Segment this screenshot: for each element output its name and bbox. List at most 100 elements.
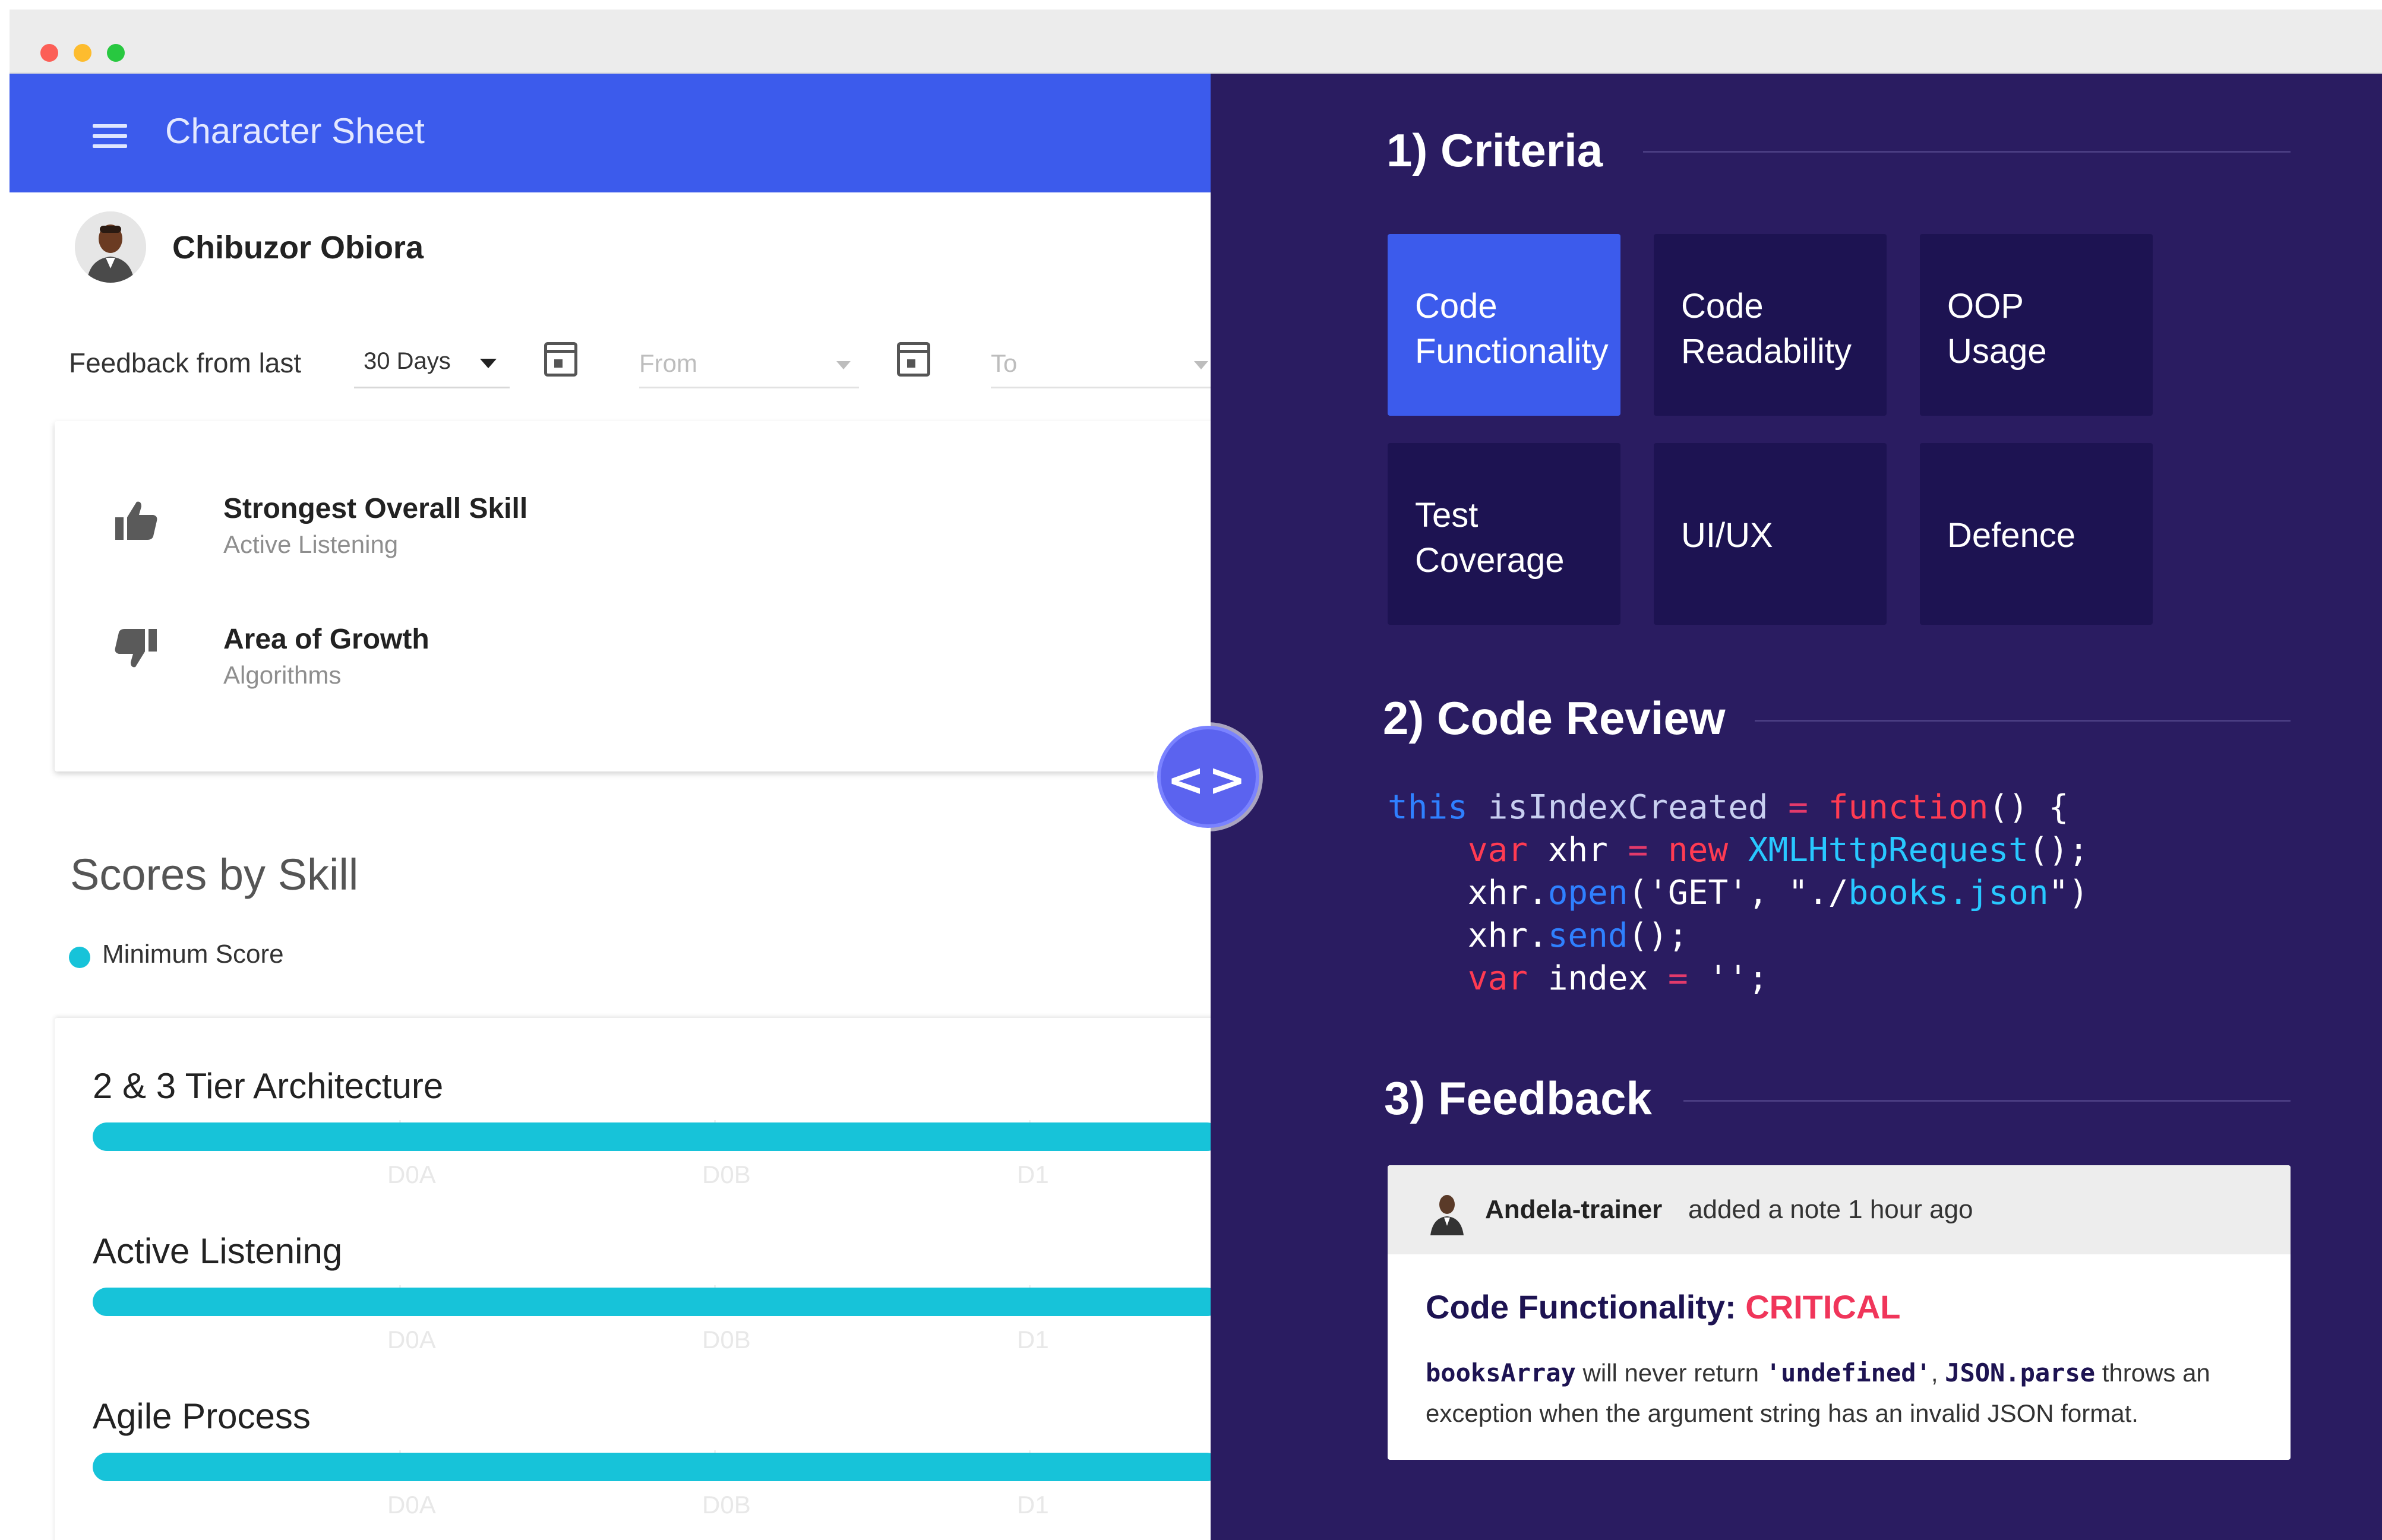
scores-card: 2 & 3 Tier Architecture D0A D0B D1 Activ… [55,1018,1211,1540]
feedback-heading: Code Functionality: CRITICAL [1426,1288,1901,1326]
criteria-tile-code-readability[interactable]: Code Readability [1654,234,1887,416]
skill-summary-card: Strongest Overall Skill Active Listening… [55,421,1211,771]
criteria-tile-oop-usage[interactable]: OOP Usage [1920,234,2153,416]
tick-label: D0B [702,1491,751,1519]
code-snippet: this isIndexCreated = function() { var x… [1388,786,2089,1000]
feedback-title: 3) Feedback [1384,1072,1652,1124]
calendar-icon[interactable] [544,342,577,377]
criteria-tile-defence[interactable]: Defence [1920,443,2153,625]
feedback-body: booksArray will never return 'undefined'… [1426,1353,2257,1434]
user-avatar [75,211,146,283]
thumbs-down-icon [115,629,157,668]
tick-label: D0B [702,1326,751,1354]
tick-label: D1 [1017,1160,1049,1188]
skill-bar-label: 2 & 3 Tier Architecture [93,1066,444,1106]
user-name: Chibuzor Obiora [172,230,424,265]
section-divider [1683,1100,2291,1102]
tick-label: D0A [387,1491,436,1519]
criteria-tile-ui-ux[interactable]: UI/UX [1654,443,1887,625]
code-token: xhr [1528,831,1628,869]
code-token: var [1467,959,1528,998]
feedback-text: will never return [1575,1359,1766,1387]
legend-label: Minimum Score [102,940,284,969]
code-token: ") [2048,874,2089,912]
criteria-tile-code-functionality[interactable]: Code Functionality [1388,234,1620,416]
close-window-button[interactable] [40,44,58,62]
code-token: XMLHttpRequest [1748,831,2029,869]
person-avatar-icon [75,211,146,283]
chevron-down-icon [480,359,497,368]
to-date-placeholder: To [991,349,1018,377]
code-token: send [1547,916,1628,955]
feedback-text: , [1931,1359,1945,1387]
skill-bar-label: Active Listening [93,1231,343,1271]
from-date-field[interactable]: From [639,335,859,388]
skill-bar [93,1288,1211,1316]
code-token: ('GET', "./ [1628,874,1849,912]
chevron-down-icon [1194,361,1208,369]
section-divider [1643,151,2291,153]
skill-bar-label: Agile Process [93,1396,311,1436]
code-view-toggle-button[interactable]: <> [1157,726,1259,828]
trainer-avatar-icon [1430,1195,1464,1235]
code-token: function [1828,788,1989,827]
minimize-window-button[interactable] [74,44,91,62]
feedback-status-badge: CRITICAL [1745,1288,1901,1326]
code-token: index [1528,959,1669,998]
code-line: xhr.send(); [1388,915,2089,957]
period-select[interactable]: 30 Days [354,335,510,388]
code-review-title: 2) Code Review [1383,692,1726,744]
app-bar: Character Sheet [10,74,1211,192]
tick-label: D0A [387,1160,436,1188]
tick-label: D1 [1017,1326,1049,1354]
section-divider [1755,720,2291,722]
feedback-author[interactable]: Andela-trainer [1485,1195,1662,1225]
feedback-note-card: Andela-trainer added a note 1 hour ago C… [1388,1165,2291,1460]
tick-label: D0B [702,1160,751,1188]
maximize-window-button[interactable] [107,44,125,62]
code-token: xhr. [1388,874,1548,912]
code-line: var xhr = new XMLHttpRequest(); [1388,829,2089,872]
legend-swatch [69,947,90,968]
strongest-skill-title: Strongest Overall Skill [223,493,528,524]
code-token: xhr. [1388,916,1548,955]
code-token: (); [1628,916,1688,955]
review-panel: 1) Criteria Code Functionality Code Read… [1211,74,2382,1540]
hamburger-menu-icon[interactable] [93,124,127,148]
feedback-criterion: Code Functionality: [1426,1288,1746,1326]
strongest-skill-value: Active Listening [223,530,399,558]
to-date-field[interactable]: To [991,335,1211,388]
feedback-code-ref: booksArray [1426,1358,1576,1387]
code-token: = [1788,788,1809,827]
from-date-placeholder: From [639,349,697,377]
tick-label: D0A [387,1326,436,1354]
growth-area-title: Area of Growth [223,624,429,655]
feedback-code-ref: JSON.parse [1945,1358,2096,1387]
app-title: Character Sheet [165,111,425,151]
code-token: = [1668,959,1688,998]
code-token: = [1628,831,1648,869]
code-token: (); [2028,831,2089,869]
code-line: var index = ''; [1388,957,2089,1000]
criteria-title: 1) Criteria [1386,124,1603,176]
scores-title: Scores by Skill [70,850,359,899]
criteria-tile-test-coverage[interactable]: Test Coverage [1388,443,1620,625]
code-line: this isIndexCreated = function() { [1388,786,2089,829]
window-titlebar [10,10,2382,74]
period-select-value: 30 Days [364,348,451,374]
code-line: xhr.open('GET', "./books.json") [1388,872,2089,915]
calendar-icon[interactable] [897,342,930,377]
code-token: var [1467,831,1528,869]
code-token: new [1668,831,1729,869]
code-token: () { [1988,788,2069,827]
feedback-period-label: Feedback from last [69,347,302,378]
growth-area-value: Algorithms [223,661,342,689]
character-sheet-panel: Character Sheet Chibuzor Obiora Feedback… [10,74,1211,1540]
skill-bar [93,1453,1211,1481]
code-token: isIndexCreated [1467,788,1789,827]
chevron-down-icon [836,361,851,369]
